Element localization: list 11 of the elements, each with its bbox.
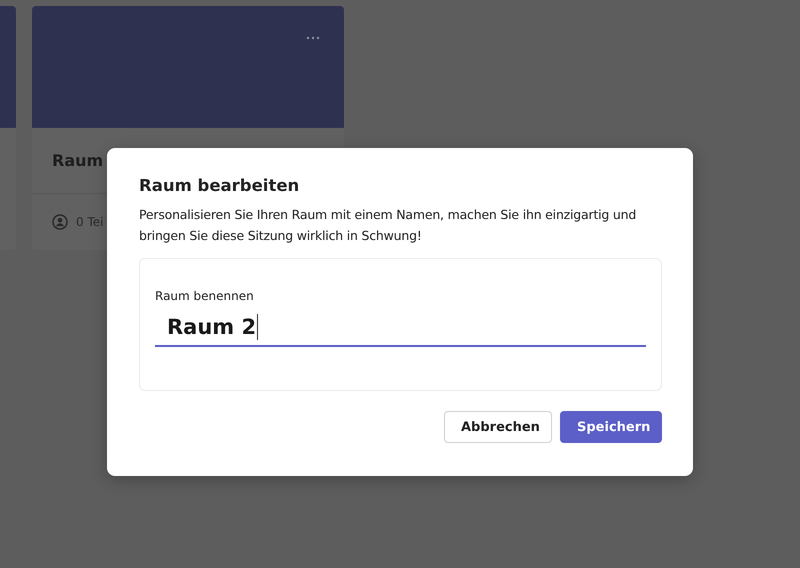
person-icon: [52, 214, 68, 230]
name-input[interactable]: Raum 2: [155, 309, 646, 347]
dialog-description: Personalisieren Sie Ihren Raum mit einem Namen, machen Sie ihn einzigartig und bringen Sie diese Sitzung wirklich in Schwung!: [139, 206, 638, 245]
more-icon[interactable]: [306, 36, 320, 40]
save-button[interactable]: Speichern: [560, 411, 662, 443]
dialog-title: Raum bearbeiten: [139, 176, 300, 195]
room-title: Raum: [52, 151, 104, 170]
participant-count: 0 Tei: [76, 215, 104, 230]
text-cursor: [257, 314, 258, 340]
cancel-button[interactable]: Abbrechen: [444, 411, 552, 443]
field-label: Raum benennen: [155, 289, 255, 303]
